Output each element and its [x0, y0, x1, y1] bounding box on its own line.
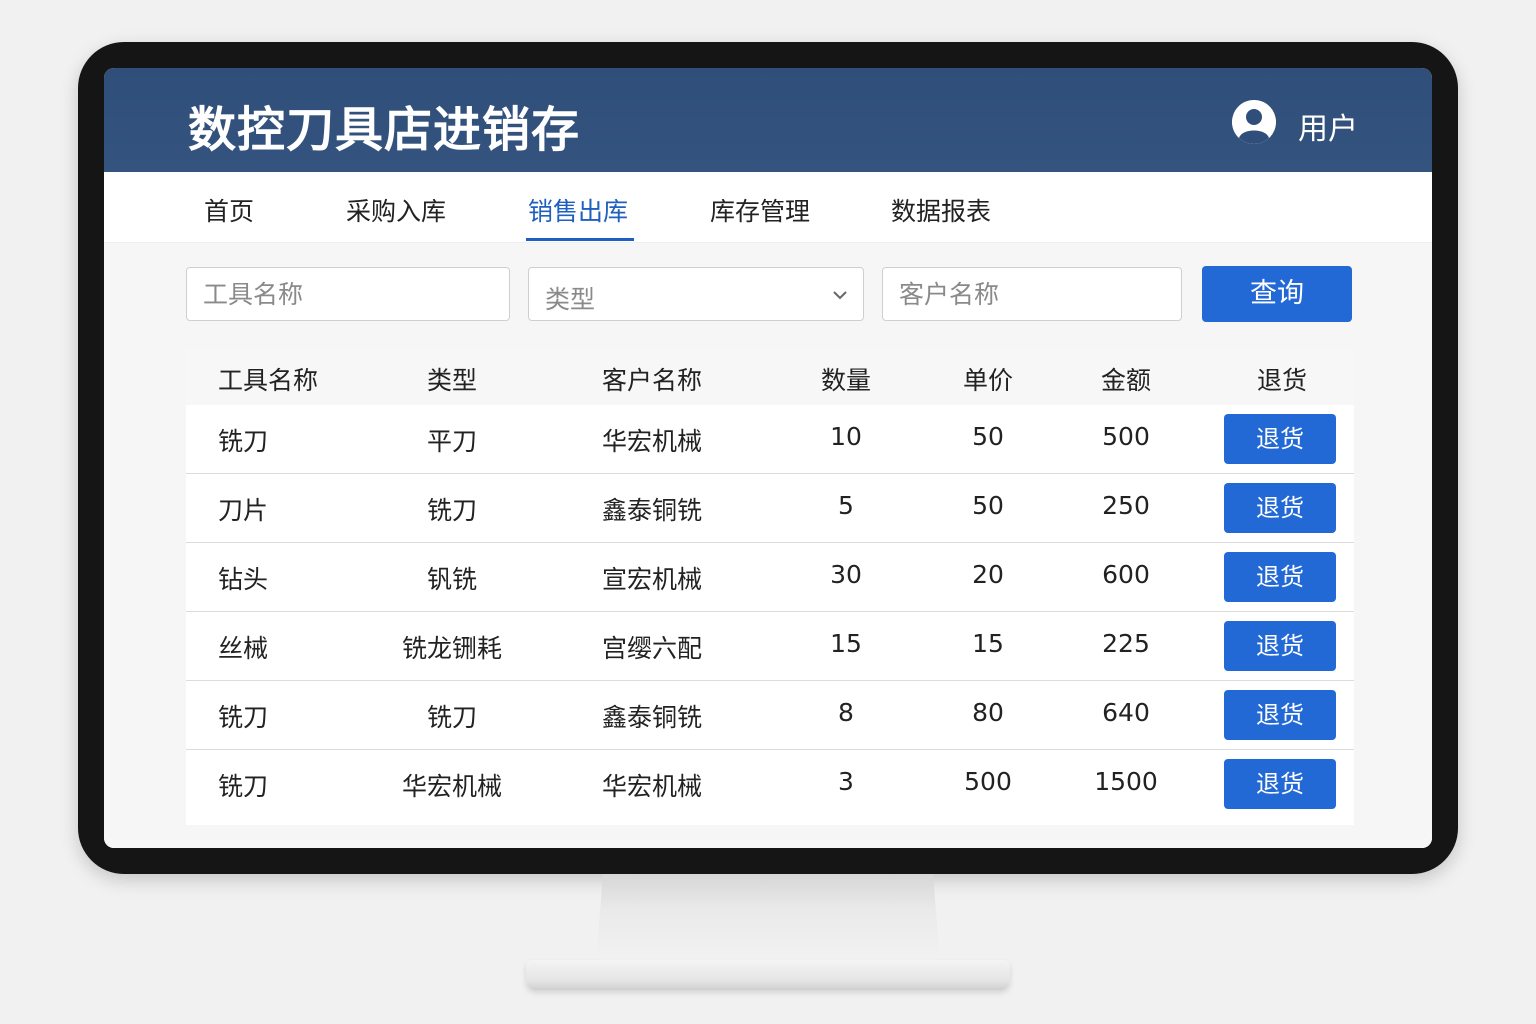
return-button[interactable]: 退货: [1224, 759, 1336, 809]
cell-tool-name: 丝械: [218, 634, 269, 663]
cell-customer: 宫缨六配: [601, 634, 703, 663]
header-price: 单价: [962, 366, 1014, 395]
active-tab-indicator: [526, 238, 634, 241]
cell-type: 铣刀: [426, 703, 478, 732]
tool-name-field[interactable]: [186, 267, 510, 321]
type-select[interactable]: 类型: [528, 267, 864, 321]
cell-quantity: 10: [830, 422, 862, 451]
main-content: 类型 查询 工具名称 类型 客户名称 数量 单价 金额 退货 铣刀 平刀 华宏机…: [104, 243, 1432, 848]
cell-quantity: 3: [838, 767, 854, 796]
query-button[interactable]: 查询: [1202, 266, 1352, 322]
cell-customer: 华宏机械: [601, 427, 703, 456]
type-select-value: 类型: [545, 285, 596, 314]
cell-price: 50: [972, 422, 1004, 451]
table-row: 铣刀 平刀 华宏机械 10 50 500 退货: [186, 405, 1354, 474]
cell-price: 500: [964, 767, 1012, 796]
cell-customer: 鑫泰铜铣: [601, 703, 703, 732]
monitor-stand-base: [526, 960, 1010, 990]
app-header: 数控刀具店进销存 用户: [104, 68, 1432, 172]
user-menu-label[interactable]: 用户: [1298, 104, 1358, 148]
cell-tool-name: 刀片: [218, 496, 269, 525]
cell-type: 铣龙铏耗: [401, 634, 503, 663]
return-button[interactable]: 退货: [1224, 552, 1336, 602]
cell-price: 15: [972, 629, 1004, 658]
cell-quantity: 30: [830, 560, 862, 589]
cell-tool-name: 铣刀: [218, 703, 269, 732]
main-nav: 首页 采购入库 销售出库 库存管理 数据报表: [104, 172, 1432, 243]
return-button[interactable]: 退货: [1224, 621, 1336, 671]
cell-customer: 宣宏机械: [601, 565, 703, 594]
cell-type: 铣刀: [426, 496, 478, 525]
return-button[interactable]: 退货: [1224, 483, 1336, 533]
cell-amount: 600: [1102, 560, 1150, 589]
cell-tool-name: 钻头: [218, 565, 269, 594]
cell-tool-name: 铣刀: [218, 427, 269, 456]
cell-amount: 640: [1102, 698, 1150, 727]
nav-item-purchase-in[interactable]: 采购入库: [346, 192, 446, 228]
table-row: 丝械 铣龙铏耗 宫缨六配 15 15 225 退货: [186, 612, 1354, 681]
table-row: 刀片 铣刀 鑫泰铜铣 5 50 250 退货: [186, 474, 1354, 543]
header-tool-name: 工具名称: [218, 366, 319, 395]
cell-quantity: 15: [830, 629, 862, 658]
cell-type: 钒铣: [426, 565, 478, 594]
return-button[interactable]: 退货: [1224, 690, 1336, 740]
cell-amount: 1500: [1094, 767, 1158, 796]
cell-amount: 250: [1102, 491, 1150, 520]
cell-amount: 500: [1102, 422, 1150, 451]
customer-name-field[interactable]: [882, 267, 1182, 321]
app-window: 数控刀具店进销存 用户 首页 采购入库 销售出库 库存管理 数据报表 类型: [104, 68, 1432, 848]
sales-table: 工具名称 类型 客户名称 数量 单价 金额 退货 铣刀 平刀 华宏机械 10 5…: [186, 349, 1354, 825]
cell-price: 20: [972, 560, 1004, 589]
customer-name-input[interactable]: [883, 268, 1181, 320]
nav-item-home[interactable]: 首页: [204, 192, 254, 228]
table-header: 工具名称 类型 客户名称 数量 单价 金额 退货: [186, 349, 1354, 405]
table-row: 铣刀 铣刀 鑫泰铜铣 8 80 640 退货: [186, 681, 1354, 750]
nav-item-reports[interactable]: 数据报表: [891, 192, 991, 228]
header-amount: 金额: [1100, 366, 1152, 395]
cell-customer: 华宏机械: [601, 772, 703, 801]
header-return: 退货: [1256, 366, 1308, 395]
header-customer: 客户名称: [601, 366, 703, 395]
table-row: 铣刀 华宏机械 华宏机械 3 500 1500 退货: [186, 750, 1354, 819]
table-row: 钻头 钒铣 宣宏机械 30 20 600 退货: [186, 543, 1354, 612]
user-avatar-icon[interactable]: [1232, 100, 1276, 144]
cell-price: 50: [972, 491, 1004, 520]
tool-name-input[interactable]: [187, 268, 509, 320]
header-type: 类型: [426, 366, 478, 395]
return-button[interactable]: 退货: [1224, 414, 1336, 464]
app-title: 数控刀具店进销存: [188, 102, 581, 158]
cell-amount: 225: [1102, 629, 1150, 658]
chevron-down-icon: [831, 286, 849, 308]
cell-customer: 鑫泰铜铣: [601, 496, 703, 525]
monitor-stand-neck: [596, 874, 940, 964]
nav-item-sales-out[interactable]: 销售出库: [528, 192, 628, 228]
cell-tool-name: 铣刀: [218, 772, 269, 801]
nav-item-inventory[interactable]: 库存管理: [710, 192, 810, 228]
cell-price: 80: [972, 698, 1004, 727]
cell-quantity: 5: [838, 491, 854, 520]
cell-type: 平刀: [426, 427, 478, 456]
header-quantity: 数量: [820, 366, 872, 395]
cell-quantity: 8: [838, 698, 854, 727]
cell-type: 华宏机械: [401, 772, 503, 801]
